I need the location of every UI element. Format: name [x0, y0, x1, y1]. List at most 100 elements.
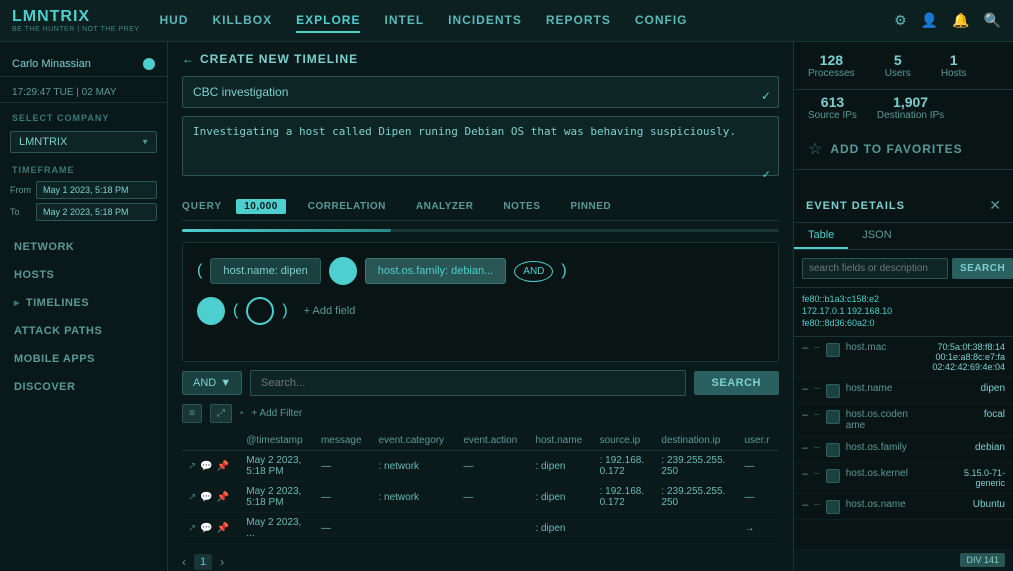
table-row: ↗ 💬 📌 May 2 2023,5:18 PM — : network — :…	[182, 451, 779, 482]
col-message[interactable]: message	[315, 431, 373, 451]
query-circle-empty[interactable]	[246, 297, 274, 325]
page-title: CREATE NEW TIMELINE	[200, 52, 358, 66]
col-dest-ip[interactable]: destination.ip	[655, 431, 738, 451]
company-select-wrap[interactable]: LMNTRIX	[10, 131, 157, 153]
nav-hud[interactable]: HUD	[159, 9, 188, 33]
event-collapse-kernel[interactable]: –	[802, 468, 808, 480]
table-view-btn[interactable]: ≡	[182, 404, 202, 423]
event-collapse-hostname[interactable]: –	[802, 383, 808, 395]
event-search-input[interactable]	[802, 258, 948, 279]
stat-dest-ips: 1,907 Destination IPs	[877, 94, 944, 121]
query-circle-2[interactable]	[197, 297, 225, 325]
comment-icon[interactable]: 💬	[200, 461, 212, 472]
event-table-wrap: fe80::b1a3:c158:e2 172.17.0.1 192.168.10…	[794, 288, 1013, 549]
pin-3-icon[interactable]: 📌	[217, 523, 229, 534]
current-page: 1	[194, 554, 212, 570]
sidebar-item-network[interactable]: NETWORK	[0, 233, 167, 261]
search-icon[interactable]: 🔍	[984, 12, 1001, 29]
expand-row-2-icon[interactable]: ↗	[188, 492, 196, 503]
timeline-title-input[interactable]	[182, 76, 779, 108]
prev-page-btn[interactable]: ‹	[182, 555, 186, 569]
tab-analyzer[interactable]: ANALYZER	[408, 199, 482, 214]
col-user[interactable]: user.r	[738, 431, 779, 451]
col-source-ip[interactable]: source.ip	[594, 431, 656, 451]
stat-source-ips: 613 Source IPs	[808, 94, 857, 121]
user-icon[interactable]: 👤	[921, 12, 938, 29]
from-row: From May 1 2023, 5:18 PM	[0, 179, 167, 201]
tab-10000[interactable]: 10,000	[236, 199, 286, 214]
query-tag-hostname[interactable]: host.name: dipen	[210, 258, 320, 284]
tab-notes[interactable]: NOTES	[495, 199, 548, 214]
query-circle-filled[interactable]	[329, 257, 357, 285]
sidebar-item-timelines[interactable]: TIMELINES	[0, 289, 167, 317]
nav-config[interactable]: CONFIG	[635, 9, 688, 33]
back-arrow-icon[interactable]: ←	[182, 52, 194, 66]
favorites-label[interactable]: ADD TO FAVORITES	[830, 142, 962, 156]
col-category[interactable]: event.category	[372, 431, 457, 451]
title-input-wrap: ✓	[182, 76, 779, 116]
right-stats-col: 128 Processes 5 Users 1 Hosts 613	[793, 42, 1013, 189]
event-collapse-osfamily[interactable]: –	[802, 442, 808, 454]
and-button[interactable]: AND ▼	[182, 371, 242, 395]
event-row-mac: – – host.mac 70:5a:0f:38:f8:1400:1e:a8:8…	[794, 337, 1013, 378]
event-icon-osname	[826, 500, 840, 514]
favorites-star-icon[interactable]: ☆	[808, 139, 822, 159]
tab-correlation[interactable]: CORRELATION	[300, 199, 394, 214]
query-and-badge[interactable]: AND	[514, 261, 553, 282]
comment-3-icon[interactable]: 💬	[200, 523, 212, 534]
comment-2-icon[interactable]: 💬	[200, 492, 212, 503]
event-dash-osfamily: –	[814, 442, 820, 453]
col-timestamp[interactable]: @timestamp	[240, 431, 315, 451]
main-search-input[interactable]	[250, 370, 685, 396]
expand-btn[interactable]: ⤢	[210, 404, 232, 423]
close-paren-2-icon: )	[282, 302, 287, 320]
event-row-osname: – – host.os.name Ubuntu	[794, 494, 1013, 520]
main-search-button[interactable]: SEARCH	[694, 371, 779, 395]
cell-action-3	[457, 513, 529, 544]
gear-icon[interactable]: ⚙	[894, 12, 907, 29]
event-val-osfamily: debian	[975, 442, 1005, 453]
main-layout: Carlo Minassian 17:29:47 TUE | 02 MAY SE…	[0, 42, 1013, 571]
expand-row-3-icon[interactable]: ↗	[188, 523, 196, 534]
select-company-label: SELECT COMPANY	[0, 109, 167, 127]
event-search-btn[interactable]: SEARCH	[952, 258, 1013, 279]
event-row-codename: – – host.os.codename focal	[794, 404, 1013, 437]
bell-icon[interactable]: 🔔	[952, 12, 969, 29]
query-tag-os[interactable]: host.os.family: debian...	[365, 258, 507, 284]
event-tab-table[interactable]: Table	[794, 223, 848, 249]
event-collapse-mac[interactable]: –	[802, 342, 808, 354]
timeline-description-input[interactable]: Investigating a host called Dipen runing…	[182, 116, 779, 176]
event-collapse-codename[interactable]: –	[802, 409, 808, 421]
nav-incidents[interactable]: INCIDENTS	[448, 9, 522, 33]
company-select[interactable]: LMNTRIX	[10, 131, 157, 153]
sidebar-item-attack-paths[interactable]: ATTACK PATHS	[0, 317, 167, 345]
event-details-close-btn[interactable]: ✕	[989, 197, 1001, 214]
cell-message-2: —	[315, 482, 373, 513]
add-field-btn[interactable]: + Add field	[296, 301, 364, 321]
event-key-hostname: host.name	[846, 383, 975, 394]
event-icon-codename	[826, 410, 840, 424]
nav-killbox[interactable]: KILLBOX	[212, 9, 272, 33]
expand-row-icon[interactable]: ↗	[188, 461, 196, 472]
sidebar-item-mobile-apps[interactable]: MOBILE APPS	[0, 345, 167, 373]
nav-explore[interactable]: EXPLORE	[296, 9, 360, 33]
query-label: QUERY	[182, 201, 222, 212]
col-hostname[interactable]: host.name	[529, 431, 593, 451]
event-ip-3: fe80::8d36:60a2:0	[802, 318, 1005, 328]
event-tab-json[interactable]: JSON	[848, 223, 905, 249]
nav-reports[interactable]: REPORTS	[546, 9, 611, 33]
add-filter-btn[interactable]: + Add Filter	[251, 408, 302, 419]
event-dash-codename: –	[814, 409, 820, 420]
next-page-btn[interactable]: ›	[220, 555, 224, 569]
nav-intel[interactable]: INTEL	[384, 9, 424, 33]
event-collapse-osname[interactable]: –	[802, 499, 808, 511]
sidebar-item-hosts[interactable]: HOSTS	[0, 261, 167, 289]
tab-pinned[interactable]: PINNED	[562, 199, 619, 214]
hosts-value: 1	[941, 52, 967, 68]
pin-icon[interactable]: 📌	[217, 461, 229, 472]
col-action[interactable]: event.action	[457, 431, 529, 451]
sidebar-item-discover[interactable]: DISCOVER	[0, 373, 167, 401]
results-table-wrap: @timestamp message event.category event.…	[182, 431, 779, 544]
cell-dest-2: : 239.255.255.250	[655, 482, 738, 513]
pin-2-icon[interactable]: 📌	[217, 492, 229, 503]
